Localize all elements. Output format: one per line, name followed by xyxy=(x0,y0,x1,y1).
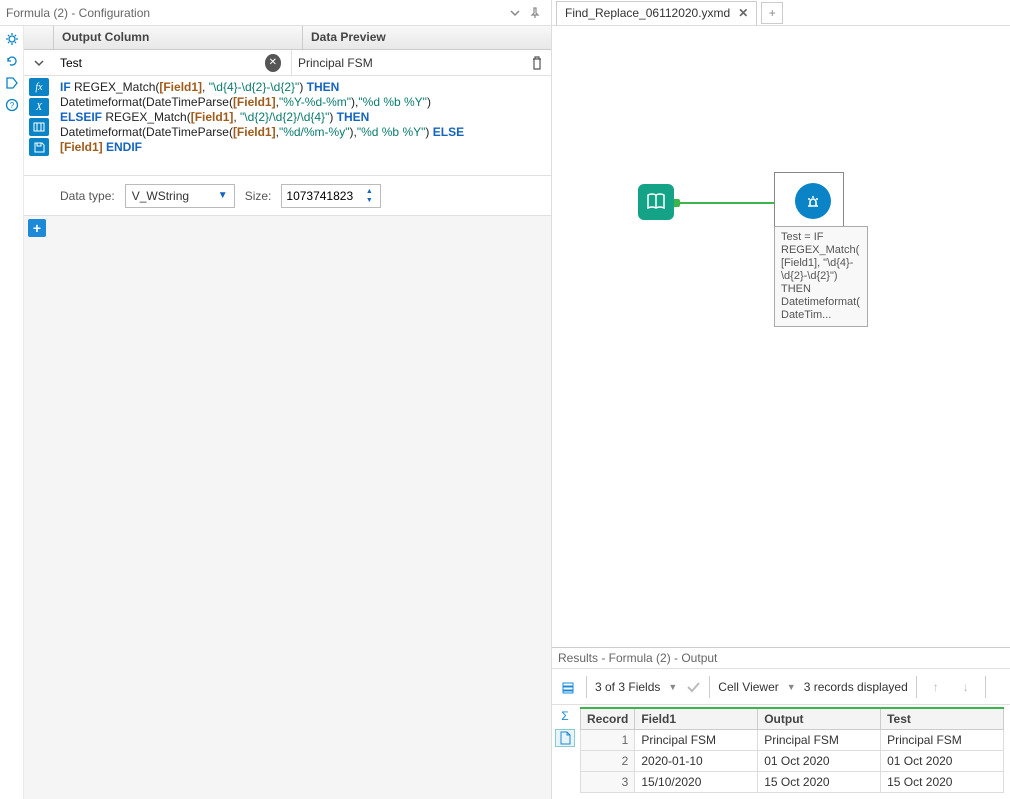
right-pane: Find_Replace_06112020.yxmd ✕ + Test = IF… xyxy=(552,0,1010,799)
dropdown-arrow-icon: ▼ xyxy=(218,190,228,201)
fields-check-icon[interactable] xyxy=(685,679,701,695)
results-body: Σ RecordField1OutputTest 1Principal FSMP… xyxy=(552,705,1010,799)
config-header: Formula (2) - Configuration xyxy=(0,0,551,26)
new-tab-button[interactable]: + xyxy=(761,2,783,24)
help-icon[interactable]: ? xyxy=(3,96,21,114)
formula-tool[interactable] xyxy=(774,172,844,230)
header-output-column: Output Column xyxy=(54,26,303,49)
configuration-panel: Formula (2) - Configuration ? Output Col… xyxy=(0,0,552,799)
refresh-icon[interactable] xyxy=(3,52,21,70)
results-sum-icon[interactable]: Σ xyxy=(555,707,575,725)
formula-tool-annotation: Test = IF REGEX_Match([Field1], "\d{4}-\… xyxy=(774,226,868,327)
clear-icon[interactable]: ✕ xyxy=(265,54,281,72)
table-row[interactable]: 1Principal FSMPrincipal FSMPrincipal FSM xyxy=(581,730,1004,751)
results-side-icons: Σ xyxy=(552,705,578,799)
save-icon[interactable] xyxy=(29,138,49,156)
config-main: Output Column Data Preview ✕ Principal F… xyxy=(24,26,551,799)
fx-icon[interactable]: fx xyxy=(29,78,49,96)
svg-text:?: ? xyxy=(9,101,14,110)
tag-icon[interactable] xyxy=(3,74,21,92)
results-title: Results - Formula (2) - Output xyxy=(558,651,717,665)
table-row[interactable]: 22020-01-1001 Oct 202001 Oct 2020 xyxy=(581,751,1004,772)
size-down-icon[interactable]: ▼ xyxy=(362,196,376,205)
header-data-preview: Data Preview xyxy=(303,26,551,49)
datatype-value: V_WString xyxy=(132,189,189,203)
cellviewer-dropdown-icon[interactable]: ▼ xyxy=(787,682,796,692)
workflow-tab-bar: Find_Replace_06112020.yxmd ✕ + xyxy=(552,0,1010,26)
column-headers: Output Column Data Preview xyxy=(24,26,551,50)
fields-count[interactable]: 3 of 3 Fields xyxy=(595,680,660,694)
datatype-row: Data type: V_WString ▼ Size: ▲ ▼ xyxy=(24,176,551,216)
gear-icon[interactable] xyxy=(3,30,21,48)
x-icon[interactable]: X xyxy=(29,98,49,116)
size-label: Size: xyxy=(245,189,272,203)
results-table: RecordField1OutputTest 1Principal FSMPri… xyxy=(580,707,1004,793)
table-header[interactable]: Test xyxy=(881,708,1004,730)
results-down-icon[interactable]: ↓ xyxy=(955,676,977,698)
table-header[interactable]: Output xyxy=(758,708,881,730)
config-left-iconbar: ? xyxy=(0,26,24,799)
results-layout-icon[interactable] xyxy=(558,679,578,697)
cell-viewer-label[interactable]: Cell Viewer xyxy=(718,680,778,694)
pin-icon[interactable] xyxy=(525,3,545,23)
size-up-icon[interactable]: ▲ xyxy=(362,187,376,196)
fields-dropdown-icon[interactable]: ▼ xyxy=(668,682,677,692)
table-header[interactable]: Record xyxy=(581,708,635,730)
output-column-input[interactable] xyxy=(60,56,265,70)
datatype-label: Data type: xyxy=(60,189,115,203)
text-input-tool[interactable] xyxy=(638,184,674,220)
expression-editor[interactable]: fx X IF REGEX_Match([Field1], "\d{4}-\d{… xyxy=(24,76,551,176)
table-row[interactable]: 315/10/202015 Oct 202015 Oct 2020 xyxy=(581,772,1004,793)
results-toolbar: 3 of 3 Fields ▼ Cell Viewer ▼ 3 records … xyxy=(552,669,1010,705)
tab-close-icon[interactable]: ✕ xyxy=(738,6,748,20)
results-up-icon[interactable]: ↑ xyxy=(925,676,947,698)
size-input[interactable] xyxy=(286,189,356,203)
table-header[interactable]: Field1 xyxy=(635,708,758,730)
records-displayed: 3 records displayed xyxy=(804,680,908,694)
workflow-tab[interactable]: Find_Replace_06112020.yxmd ✕ xyxy=(556,1,757,25)
results-header: Results - Formula (2) - Output xyxy=(552,647,1010,669)
add-formula-button[interactable]: + xyxy=(28,219,46,237)
delete-row-icon[interactable] xyxy=(529,56,551,70)
expression-text[interactable]: IF REGEX_Match([Field1], "\d{4}-\d{2}-\d… xyxy=(54,76,551,175)
formula-row: ✕ Principal FSM xyxy=(24,50,551,76)
results-page-icon[interactable] xyxy=(555,729,575,747)
chevron-down-icon[interactable] xyxy=(505,3,525,23)
row-collapse-icon[interactable] xyxy=(24,58,54,68)
config-title: Formula (2) - Configuration xyxy=(6,6,505,20)
workflow-canvas[interactable]: Test = IF REGEX_Match([Field1], "\d{4}-\… xyxy=(552,26,1010,647)
expression-toolbar: fx X xyxy=(24,76,54,175)
data-preview-value: Principal FSM xyxy=(298,56,373,70)
size-input-wrap: ▲ ▼ xyxy=(281,184,381,208)
datatype-select[interactable]: V_WString ▼ xyxy=(125,184,235,208)
tab-label: Find_Replace_06112020.yxmd xyxy=(565,6,730,20)
columns-icon[interactable] xyxy=(29,118,49,136)
